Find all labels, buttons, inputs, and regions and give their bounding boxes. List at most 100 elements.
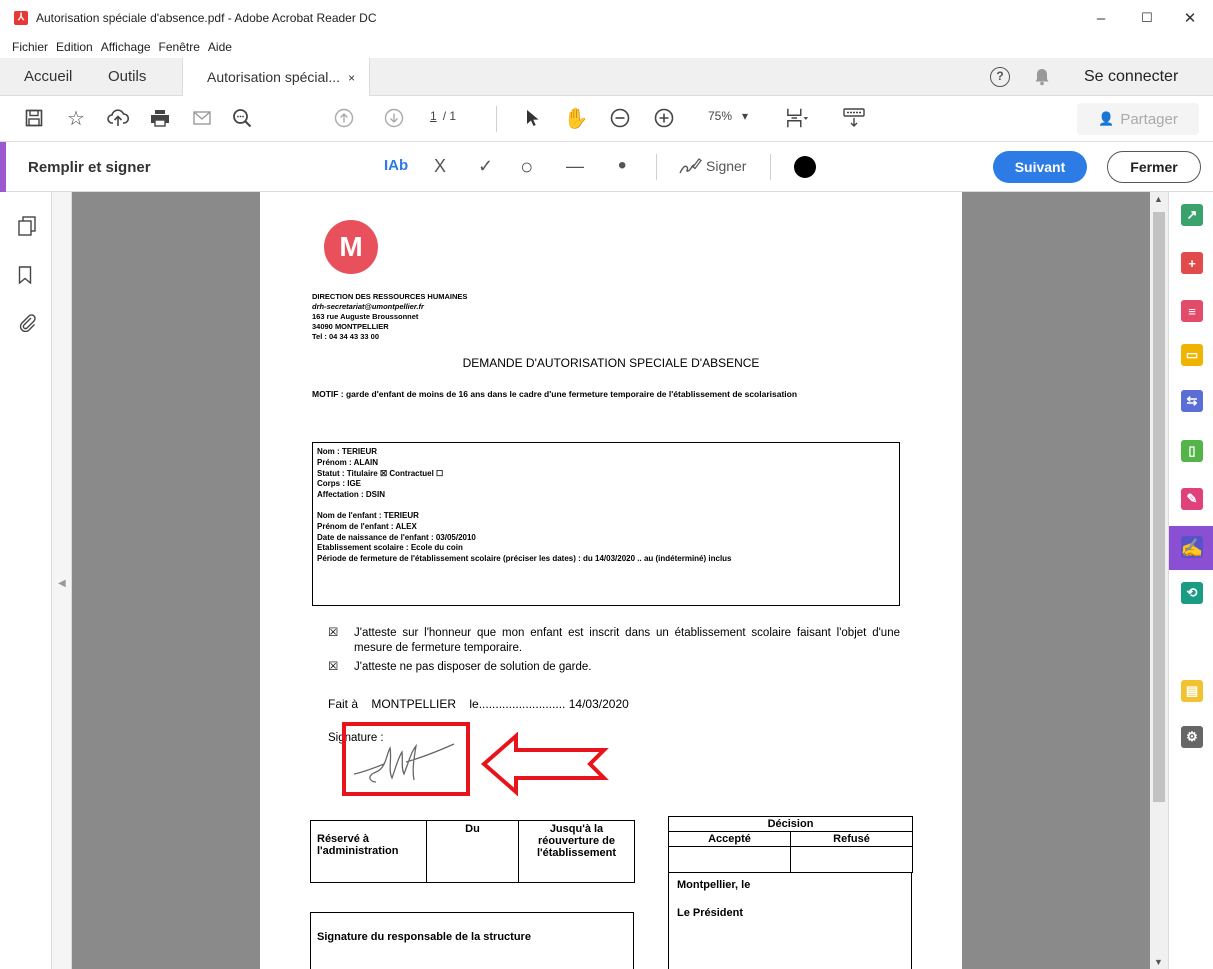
vertical-scrollbar[interactable]: ▲ ▼ (1150, 192, 1168, 969)
sign-in-link[interactable]: Se connecter (1084, 58, 1178, 96)
pane-collapse-strip[interactable]: ◀ (52, 192, 72, 969)
agent-info-box: Nom : TERIEUR Prénom : ALAIN Statut : Ti… (312, 442, 900, 606)
attestation-text: J'atteste ne pas disposer de solution de… (354, 661, 592, 673)
zoom-dropdown[interactable]: 75% ▾ (708, 109, 748, 123)
fill-sign-accent (0, 142, 6, 192)
page-fit-icon[interactable] (786, 106, 810, 130)
print-icon[interactable] (148, 106, 172, 130)
red-arrow-annotation (480, 732, 609, 796)
fill-sign-tool-icon[interactable]: ✍ (1181, 537, 1203, 559)
bookmark-icon[interactable] (18, 266, 32, 289)
previous-page-icon[interactable] (332, 106, 356, 130)
attachment-icon[interactable] (18, 312, 36, 337)
zoom-in-icon[interactable] (652, 106, 676, 130)
search-icon[interactable] (230, 106, 254, 130)
sign-button[interactable]: Signer (678, 157, 746, 175)
fill-sign-divider (770, 154, 771, 180)
place-date-line: Fait à MONTPELLIER le...................… (328, 697, 629, 711)
tab-home[interactable]: Accueil (24, 58, 72, 96)
fill-sign-divider (656, 154, 657, 180)
scroll-down-icon[interactable]: ▼ (1154, 957, 1163, 967)
agent-firstname: Prénom : ALAIN (317, 457, 379, 467)
share-button[interactable]: 👤 Partager (1077, 103, 1199, 135)
menu-window[interactable]: Fenêtre (159, 40, 200, 54)
check-mark-icon[interactable]: ✓ (478, 156, 493, 177)
menu-file[interactable]: Fichier (12, 40, 48, 54)
create-pdf-icon[interactable]: + (1181, 252, 1203, 274)
attestation-1: ☒ J'atteste sur l'honneur que mon enfant… (328, 626, 900, 656)
president-label: Le Président (677, 907, 744, 919)
toolbar-divider (496, 106, 497, 132)
ink-color-picker[interactable] (794, 156, 816, 178)
from-cell: Du (426, 820, 519, 883)
dot-tool-icon[interactable]: • (618, 152, 626, 180)
motif-text: MOTIF : garde d'enfant de moins de 16 an… (312, 389, 798, 399)
help-icon[interactable]: ? (990, 67, 1010, 87)
select-cursor-icon[interactable] (520, 106, 544, 130)
attestation-text: J'atteste sur l'honneur que mon enfant e… (354, 627, 900, 654)
header-line: DIRECTION DES RESSOURCES HUMAINES (312, 292, 468, 301)
child-school: Etablissement scolaire : Ecole du coin (317, 543, 463, 553)
export-pdf-icon[interactable]: ↗ (1181, 204, 1203, 226)
scroll-up-icon[interactable]: ▲ (1154, 194, 1163, 204)
tab-tools[interactable]: Outils (108, 58, 146, 96)
decision-header: Décision (668, 816, 913, 832)
close-tool-button[interactable]: Fermer (1107, 151, 1201, 183)
hand-tool-icon[interactable]: ✋ (564, 106, 589, 130)
star-icon[interactable]: ☆ (64, 106, 88, 130)
page-number-input[interactable]: 1 (430, 109, 437, 123)
combine-files-icon[interactable]: ⇆ (1181, 390, 1203, 412)
edit-pdf-icon[interactable]: ✎ (1181, 488, 1203, 510)
more-tools-icon[interactable]: ⚙ (1181, 726, 1203, 748)
send-comments-icon[interactable]: ▤ (1181, 680, 1203, 702)
left-navigation-pane (0, 192, 52, 969)
menu-view[interactable]: Affichage (101, 40, 151, 54)
minimize-button[interactable]: – (1078, 0, 1124, 36)
cloud-upload-icon[interactable] (106, 106, 130, 130)
place-date-label: Montpellier, le (677, 879, 751, 891)
logo-letter: M (339, 231, 363, 262)
checkbox-checked[interactable]: ☒ (328, 626, 338, 641)
scrollbar-thumb[interactable] (1153, 212, 1165, 802)
comment-icon[interactable]: ▭ (1181, 344, 1203, 366)
handwritten-signature (353, 743, 455, 783)
close-window-button[interactable]: ✕ (1167, 0, 1213, 36)
keyboard-scroll-icon[interactable] (842, 106, 866, 130)
circle-tool-icon[interactable]: ○ (520, 154, 533, 180)
page-indicator: 1 / 1 (430, 109, 456, 123)
menu-bar: Fichier Edition Affichage Fenêtre Aide (0, 36, 1213, 58)
collapse-arrow-icon[interactable]: ◀ (58, 578, 66, 589)
menu-help[interactable]: Aide (208, 40, 232, 54)
child-firstname: Prénom de l'enfant : ALEX (317, 521, 417, 531)
child-name: Nom de l'enfant : TERIEUR (317, 510, 419, 520)
convert-icon[interactable]: ⟲ (1181, 582, 1203, 604)
email-icon[interactable] (190, 106, 214, 130)
chevron-down-icon: ▾ (742, 109, 749, 123)
add-text-icon[interactable]: IAb (384, 157, 408, 174)
next-page-icon[interactable] (382, 106, 406, 130)
checkbox-checked[interactable]: ☒ (328, 660, 338, 675)
save-icon[interactable] (22, 106, 46, 130)
document-viewport[interactable]: M DIRECTION DES RESSOURCES HUMAINES drh-… (72, 192, 1150, 969)
header-line: 163 rue Auguste Broussonnet (312, 312, 419, 321)
header-line: Tel : 04 34 43 33 00 (312, 332, 379, 341)
sender-address: DIRECTION DES RESSOURCES HUMAINES drh-se… (312, 292, 467, 342)
main-toolbar: ☆ 1 / 1 ✋ 75% ▾ 👤 Partager (0, 96, 1213, 142)
page-total: / 1 (442, 109, 457, 123)
agent-status: Statut : Titulaire ☒ Contractuel ☐ (317, 468, 444, 478)
zoom-value: 75% (708, 109, 733, 123)
cross-mark-icon[interactable]: X (434, 156, 446, 177)
compress-pdf-icon[interactable]: ▯ (1181, 440, 1203, 462)
line-tool-icon[interactable]: — (566, 156, 584, 177)
tab-document[interactable]: Autorisation spécial... × (182, 58, 371, 96)
tab-close-icon[interactable]: × (348, 71, 355, 85)
university-logo: M (324, 220, 378, 274)
reserved-cell: Réservé à l'administration (310, 820, 427, 883)
zoom-out-icon[interactable] (608, 106, 632, 130)
maximize-button[interactable]: ☐ (1124, 0, 1170, 36)
bell-icon[interactable] (1034, 68, 1050, 86)
organize-pages-icon[interactable]: ≡ (1181, 300, 1203, 322)
menu-edit[interactable]: Edition (56, 40, 93, 54)
page-thumbnails-icon[interactable] (18, 216, 36, 241)
next-button[interactable]: Suivant (993, 151, 1087, 183)
